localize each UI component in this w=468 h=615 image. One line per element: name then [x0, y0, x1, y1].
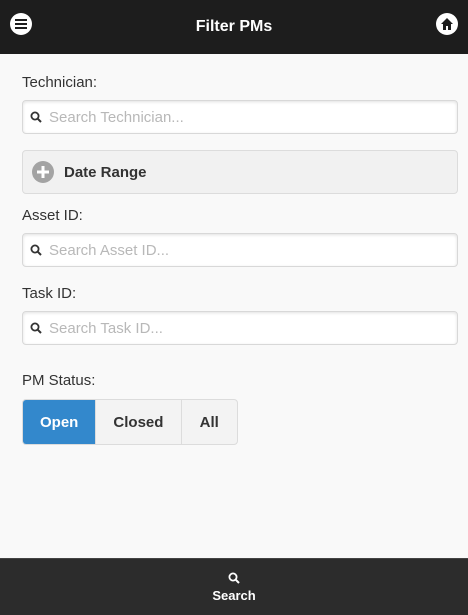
technician-search-field[interactable]	[22, 100, 458, 134]
home-button[interactable]	[436, 13, 458, 35]
date-range-label: Date Range	[64, 163, 147, 181]
technician-label: Technician:	[22, 74, 98, 91]
technician-search-input[interactable]	[49, 108, 429, 126]
menu-icon	[15, 19, 27, 29]
asset-id-search-input[interactable]	[49, 241, 429, 259]
page-title: Filter PMs	[195, 18, 273, 35]
search-footer-button[interactable]: Search	[0, 558, 468, 615]
pm-status-closed[interactable]: Closed	[96, 400, 182, 444]
home-icon	[441, 18, 453, 30]
asset-id-label: Asset ID:	[22, 207, 83, 224]
search-icon	[30, 111, 42, 123]
date-range-collapsible[interactable]: Date Range	[22, 150, 458, 194]
pm-status-all[interactable]: All	[182, 400, 237, 444]
menu-button[interactable]	[10, 13, 32, 35]
search-icon	[228, 572, 240, 584]
task-id-search-input[interactable]	[49, 319, 429, 337]
task-id-label: Task ID:	[22, 285, 77, 302]
filter-form: Technician: Date Range Asset ID: Task ID…	[22, 54, 458, 445]
header-bar: Filter PMs	[0, 0, 468, 54]
pm-status-open[interactable]: Open	[23, 400, 97, 444]
search-label: Search	[212, 587, 256, 603]
pm-status-segmented-control: Open Closed All	[22, 399, 238, 445]
plus-icon	[32, 161, 54, 183]
asset-id-search-field[interactable]	[22, 233, 458, 267]
search-icon	[30, 322, 42, 334]
search-icon	[30, 244, 42, 256]
pm-status-label: PM Status:	[22, 372, 96, 389]
task-id-search-field[interactable]	[22, 311, 458, 345]
